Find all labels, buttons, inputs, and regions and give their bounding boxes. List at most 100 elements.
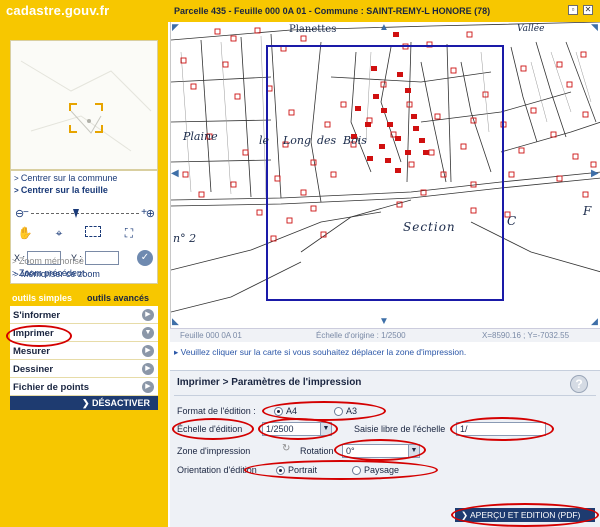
map-label-des: des [317, 134, 337, 147]
chevron-down-icon[interactable]: ▼ [320, 423, 331, 435]
overview-frame-icon[interactable] [69, 103, 103, 133]
chevron-down-icon[interactable]: ▼ [408, 445, 419, 457]
free-scale-label: Saisie libre de l'échelle [354, 424, 446, 434]
map-label-c: C [507, 214, 517, 228]
rotation-select-value: 0° [346, 446, 355, 456]
map-label-n2: n° 2 [173, 232, 197, 245]
crosshair-icon[interactable]: ⌖ [49, 225, 69, 241]
map-label-long: Long [283, 134, 312, 147]
format-a3-radio[interactable] [334, 407, 343, 416]
help-icon[interactable]: ? [570, 375, 588, 393]
tool-item-fichier-points[interactable]: Fichier de points ▶ [10, 378, 158, 396]
arrow-right-icon: > [14, 174, 21, 183]
full-extent-icon[interactable]: ⛶ [119, 225, 139, 241]
tool-item-mesurer[interactable]: Mesurer ▶ [10, 342, 158, 360]
navigation-box: > Centrer sur la commune > Centrer sur l… [10, 170, 158, 284]
tool-item-imprimer[interactable]: Imprimer ▼ [10, 324, 158, 342]
pan-down-left-icon[interactable]: ◣ [172, 316, 179, 327]
tab-advanced-tools[interactable]: outils avancés [87, 293, 149, 303]
arrow-right-icon: > [14, 186, 21, 195]
tools-panel: outils simples outils avancés S'informer… [10, 292, 158, 410]
deactivate-button[interactable]: ❯ DÉSACTIVER [10, 396, 158, 410]
rotation-select[interactable]: 0° ▼ [342, 444, 420, 458]
tool-item-informer[interactable]: S'informer ▶ [10, 306, 158, 324]
cadastral-map[interactable]: Planettes Vallée Plaine le Long des Bois… [170, 22, 600, 328]
tool-item-label: Fichier de points [13, 382, 90, 393]
map-label-vallee: Vallée [517, 24, 545, 34]
chevron-right-icon[interactable]: ▶ [142, 309, 154, 321]
panel-divider [174, 395, 596, 396]
map-hint: ▸ Veuillez cliquer sur la carte si vous … [170, 344, 600, 360]
preview-pdf-button[interactable]: ❯ APERÇU ET EDITION (PDF) [455, 508, 595, 522]
zoom-in-icon[interactable]: ⊕ [146, 207, 155, 220]
restore-window-icon[interactable]: ▫ [568, 5, 578, 15]
chevron-down-icon[interactable]: ▼ [142, 327, 154, 339]
map-status-bar: Feuille 000 0A 01 Échelle d'origine : 1/… [170, 328, 600, 342]
tab-simple-tools[interactable]: outils simples [12, 293, 72, 303]
map-hint-text: Veuillez cliquer sur la carte si vous so… [180, 347, 467, 357]
zoom-memorized-link: > Zoom mémorisé [12, 256, 84, 266]
zoom-memorized-label: Zoom mémorisé [18, 256, 84, 266]
pan-right-icon[interactable]: ▶ [591, 168, 599, 179]
map-label-planettes: Planettes [289, 24, 337, 35]
zoom-box-icon[interactable] [83, 225, 103, 241]
double-arrow-icon: ❯ [81, 398, 92, 408]
print-frame[interactable] [266, 45, 504, 301]
map-label-f: F [583, 204, 592, 218]
scale-select[interactable]: 1/2500 ▼ [262, 422, 332, 436]
sheet-reference: Feuille 000 0A 01 [180, 331, 242, 340]
overview-map[interactable] [10, 40, 158, 170]
chevron-right-icon[interactable]: ▶ [142, 381, 154, 393]
pan-down-icon[interactable]: ▼ [379, 316, 389, 327]
tool-item-label: Imprimer [13, 328, 54, 339]
print-settings-panel: Imprimer > Paramètres de l'impression ? … [170, 370, 600, 527]
center-sheet-label: Centrer sur la feuille [20, 185, 108, 195]
center-sheet-link[interactable]: > Centrer sur la feuille [14, 185, 108, 195]
tool-item-dessiner[interactable]: Dessiner ▶ [10, 360, 158, 378]
site-logo[interactable]: cadastre.gouv.fr [6, 3, 109, 18]
free-scale-input[interactable]: 1/ [456, 422, 546, 436]
zoom-slider[interactable]: ⊖ − + ⊕ [15, 207, 155, 221]
pan-up-right-icon[interactable]: ◥ [591, 22, 598, 33]
hand-pan-icon[interactable]: ✋ [15, 225, 35, 241]
map-label-bois: Bois [343, 134, 367, 147]
orientation-portrait-radio[interactable] [276, 466, 285, 475]
scale-label: Échelle d'édition [177, 424, 243, 434]
format-label: Format de l'édition : [177, 406, 256, 416]
print-panel-title: Imprimer > Paramètres de l'impression [177, 377, 362, 388]
rotate-icon[interactable]: ↻ [282, 443, 290, 454]
orientation-portrait-label: Portrait [288, 465, 318, 475]
format-a4-radio[interactable] [274, 407, 283, 416]
zoom-previous-link[interactable]: > Zoom précédent [12, 268, 84, 278]
map-label-section: Section [403, 220, 456, 234]
annotation-ellipse [244, 460, 438, 480]
pan-left-icon[interactable]: ◀ [171, 168, 179, 179]
pan-down-right-icon[interactable]: ◢ [591, 316, 598, 327]
pan-up-left-icon[interactable]: ◤ [172, 22, 179, 33]
zone-label: Zone d'impression [177, 446, 251, 456]
double-arrow-icon: ❯ [461, 510, 471, 520]
tool-item-label: S'informer [13, 310, 61, 321]
chevron-right-icon[interactable]: ▶ [142, 363, 154, 375]
free-scale-value: 1/ [460, 424, 468, 434]
tools-tabs: outils simples outils avancés [10, 292, 158, 306]
page-title: Parcelle 435 - Feuille 000 0A 01 - Commu… [174, 6, 491, 16]
map-label-le: le [259, 134, 270, 147]
orientation-landscape-radio[interactable] [352, 466, 361, 475]
go-coordinates-button[interactable]: ✓ [137, 250, 153, 266]
top-bar: cadastre.gouv.fr Parcelle 435 - Feuille … [0, 0, 600, 22]
map-drawing [171, 22, 600, 313]
chevron-right-icon[interactable]: ▶ [142, 345, 154, 357]
arrow-right-icon: ▸ [174, 347, 181, 357]
arrow-right-icon: > [12, 257, 19, 266]
tool-item-label: Dessiner [13, 364, 54, 375]
format-a3-label: A3 [346, 406, 358, 416]
arrow-right-icon: > [12, 269, 19, 278]
zoom-track[interactable] [31, 213, 139, 214]
close-window-icon[interactable]: ✕ [583, 5, 593, 15]
orientation-label: Orientation d'édition [177, 465, 257, 475]
pan-up-icon[interactable]: ▲ [379, 22, 389, 33]
coord-y-input[interactable] [85, 251, 119, 265]
center-commune-link[interactable]: > Centrer sur la commune [14, 173, 117, 183]
minus-icon[interactable]: − [23, 207, 29, 218]
